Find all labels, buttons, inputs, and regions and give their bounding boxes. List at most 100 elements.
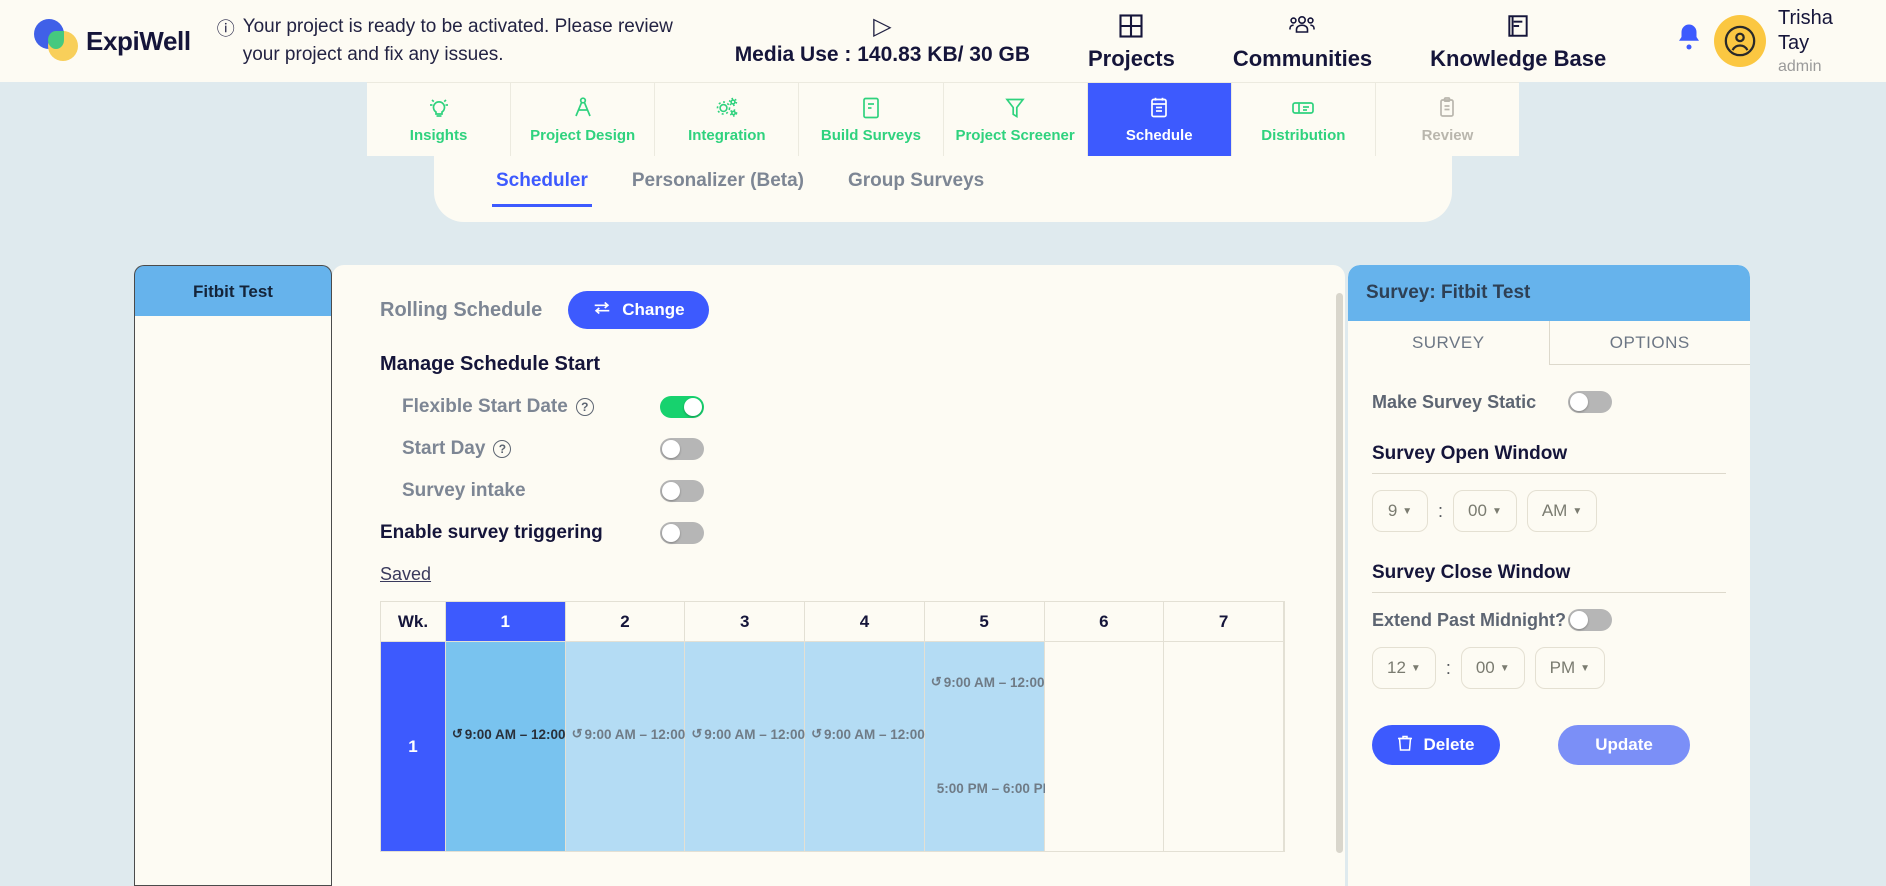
media-usage: ▷ Media Use : 140.83 KB/ 30 GB [735, 15, 1030, 67]
sub-tab-group-surveys[interactable]: Group Surveys [844, 156, 988, 204]
open-minute-select[interactable]: 00 ▼ [1453, 490, 1517, 532]
header-nav-projects[interactable]: Projects [1088, 11, 1175, 72]
survey-action-buttons: Delete Update [1372, 725, 1726, 765]
flexible-start-date-toggle[interactable] [660, 396, 704, 418]
survey-list-tab-fitbit-test[interactable]: Fitbit Test [134, 265, 332, 317]
grid-icon [1088, 11, 1175, 41]
grid-cell-w1-d7[interactable] [1164, 642, 1284, 852]
user-role: admin [1778, 58, 1822, 75]
header-nav-communities[interactable]: Communities [1233, 11, 1372, 72]
enable-survey-triggering-toggle[interactable] [660, 522, 704, 544]
avatar[interactable] [1714, 15, 1766, 67]
header-nav-knowledge-base[interactable]: Knowledge Base [1430, 11, 1606, 72]
play-circle-icon: ▷ [873, 13, 892, 40]
survey-open-window-time: 9 ▼ : 00 ▼ AM ▼ [1372, 490, 1726, 532]
send-icon [1290, 95, 1316, 121]
grid-cell-w1-d6[interactable] [1044, 642, 1165, 852]
user-name: Trisha Tay [1778, 7, 1833, 54]
survey-detail-tabs: SURVEY OPTIONS [1348, 321, 1750, 365]
module-tab-insights-label: Insights [409, 127, 468, 144]
compass-icon [571, 95, 595, 121]
user-info[interactable]: Trisha Tay admin [1778, 6, 1856, 76]
module-tab-distribution-label: Distribution [1261, 127, 1346, 144]
header-nav-communities-label: Communities [1232, 45, 1373, 71]
brand-name: ExpiWell [86, 25, 191, 56]
grid-cell-w1-d5[interactable]: ↺ 9:00 AM – 12:00 PM 5:00 PM – 6:00 PM [924, 642, 1069, 852]
survey-detail-title: Survey: Fitbit Test [1348, 265, 1750, 321]
grid-day-header-7[interactable]: 7 [1164, 602, 1284, 642]
chevron-down-icon: ▼ [1402, 505, 1413, 517]
make-survey-static-label: Make Survey Static [1372, 391, 1537, 412]
calendar-icon [1148, 95, 1170, 121]
extend-past-midnight-toggle[interactable] [1568, 609, 1612, 631]
survey-list-panel [134, 316, 332, 886]
setting-row-start-day: Start Day ? [380, 438, 1345, 460]
tab-survey[interactable]: SURVEY [1348, 321, 1550, 365]
module-tab-insights[interactable]: Insights [367, 83, 512, 156]
people-icon [1233, 11, 1372, 41]
book-icon [1430, 11, 1606, 41]
survey-open-window-heading: Survey Open Window [1372, 443, 1568, 464]
update-button-label: Update [1595, 735, 1653, 754]
brand-logo[interactable]: ExpiWell [34, 19, 191, 63]
trash-icon [1397, 734, 1413, 757]
grid-day-header-6[interactable]: 6 [1044, 602, 1165, 642]
module-tab-build-surveys[interactable]: Build Surveys [799, 83, 944, 156]
grid-cell-w1-d4[interactable]: ↺ 9:00 AM – 12:00 PM [805, 642, 949, 852]
grid-cell-w1-d3[interactable]: ↺ 9:00 AM – 12:00 PM [685, 642, 829, 852]
help-icon[interactable]: ? [493, 440, 512, 458]
info-icon: ⓘ [216, 19, 235, 40]
module-tab-project-screener[interactable]: Project Screener [944, 83, 1088, 156]
flexible-start-date-label: Flexible Start Date [402, 396, 568, 417]
open-meridiem-select[interactable]: AM ▼ [1526, 490, 1598, 532]
module-tab-distribution[interactable]: Distribution [1232, 83, 1376, 156]
grid-day-header-4[interactable]: 4 [805, 602, 925, 642]
main-card-scrollbar[interactable] [1336, 293, 1343, 853]
schedule-event[interactable]: 5:00 PM – 6:00 PM [937, 781, 1054, 796]
rolling-schedule-label: Rolling Schedule [380, 298, 543, 321]
bell-icon[interactable] [1674, 21, 1704, 61]
close-time-separator: : [1445, 657, 1451, 678]
setting-row-enable-survey-triggering: Enable survey triggering [380, 522, 1345, 544]
enable-survey-triggering-label: Enable survey triggering [380, 522, 603, 543]
repeat-icon: ↺ [691, 726, 703, 741]
change-schedule-button[interactable]: Change [568, 291, 709, 329]
survey-intake-toggle[interactable] [660, 480, 704, 502]
expiwell-logo-icon [34, 19, 82, 63]
module-tab-schedule-label: Schedule [1125, 127, 1193, 144]
grid-cell-w1-d2[interactable]: ↺ 9:00 AM – 12:00 PM [565, 642, 709, 852]
gears-icon [714, 95, 740, 121]
grid-day-header-3[interactable]: 3 [685, 602, 806, 642]
grid-cell-w1-d1[interactable]: ↺ 9:00 AM – 12:00 PM [445, 642, 590, 852]
close-meridiem-select[interactable]: PM ▼ [1534, 647, 1606, 689]
module-tab-integration[interactable]: Integration [655, 83, 800, 156]
help-icon[interactable]: ? [575, 398, 594, 416]
sub-tab-scheduler[interactable]: Scheduler [492, 156, 592, 207]
delete-button[interactable]: Delete [1372, 725, 1500, 765]
rolling-schedule-row: Rolling Schedule Change [380, 291, 1345, 329]
grid-day-header-2[interactable]: 2 [565, 602, 686, 642]
chevron-down-icon: ▼ [1499, 662, 1510, 674]
tab-options[interactable]: OPTIONS [1549, 321, 1750, 365]
sub-tab-personalizer[interactable]: Personalizer (Beta) [628, 156, 808, 204]
close-hour-select[interactable]: 12 ▼ [1372, 647, 1436, 689]
header-nav-knowledge-base-label: Knowledge Base [1430, 45, 1607, 71]
start-day-toggle[interactable] [660, 438, 704, 460]
setting-row-survey-intake: Survey intake [380, 480, 1345, 502]
module-tab-project-design[interactable]: Project Design [511, 83, 656, 156]
update-button[interactable]: Update [1558, 725, 1690, 765]
open-hour-select[interactable]: 9 ▼ [1372, 490, 1428, 532]
grid-day-header-1[interactable]: 1 [445, 602, 566, 642]
schedule-grid: Wk. 1 2 3 4 5 6 7 1 ↺ 9:00 AM – 12:00 PM… [380, 601, 1285, 852]
make-survey-static-toggle[interactable] [1568, 391, 1612, 413]
module-tab-review[interactable]: Review [1376, 83, 1519, 156]
grid-day-header-5[interactable]: 5 [924, 602, 1045, 642]
saved-status-link[interactable]: Saved [380, 564, 1345, 585]
header-nav-projects-label: Projects [1087, 45, 1175, 71]
module-tab-schedule[interactable]: Schedule [1087, 83, 1232, 156]
close-minute-select[interactable]: 00 ▼ [1460, 647, 1525, 689]
schedule-grid-header-row: Wk. 1 2 3 4 5 6 7 [381, 602, 1284, 642]
repeat-icon: ↺ [930, 674, 942, 689]
media-usage-label: Media Use : 140.83 KB/ 30 GB [734, 43, 1030, 66]
manage-schedule-start-heading: Manage Schedule Start [380, 353, 601, 375]
